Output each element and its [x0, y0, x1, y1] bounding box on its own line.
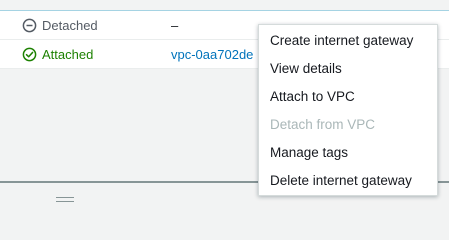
menu-item-detach-from-vpc: Detach from VPC [270, 117, 376, 132]
vpc-cell: vpc-0aa702de [171, 47, 253, 62]
vpc-cell: – [171, 18, 178, 33]
check-circle-icon [22, 47, 37, 62]
status-label: Attached [42, 46, 94, 62]
menu-item-delete-internet-gateway[interactable]: Delete internet gateway [259, 167, 437, 195]
menu-item-attach-to-vpc[interactable]: Attach to VPC [259, 83, 437, 111]
drag-handle-icon[interactable] [56, 197, 74, 203]
actions-dropdown-menu: Create internet gateway View details Att… [258, 24, 438, 196]
menu-item-create-internet-gateway[interactable]: Create internet gateway [259, 27, 437, 55]
minus-circle-icon [22, 18, 37, 33]
menu-item-view-details[interactable]: View details [259, 55, 437, 83]
status-cell: Detached [22, 18, 98, 33]
menu-item-manage-tags[interactable]: Manage tags [259, 139, 437, 167]
status-label: Detached [42, 17, 98, 33]
vpc-value: – [171, 17, 179, 33]
status-cell: Attached [22, 47, 93, 62]
vpc-link[interactable]: vpc-0aa702de [171, 47, 253, 62]
